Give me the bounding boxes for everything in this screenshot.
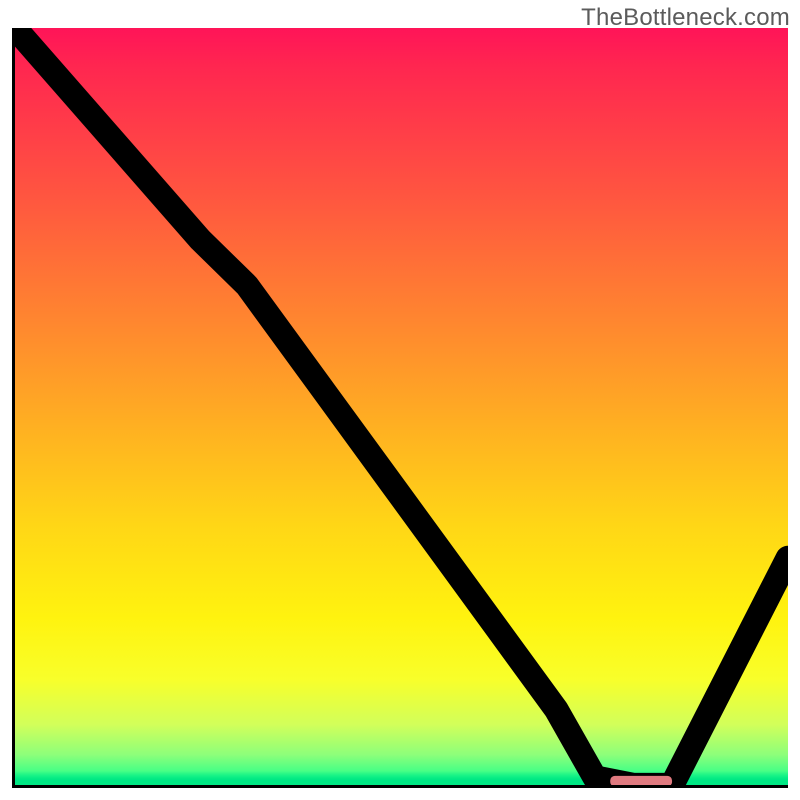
severity-gradient bbox=[15, 28, 788, 785]
green-bottom-band bbox=[15, 771, 788, 785]
chart-container: TheBottleneck.com bbox=[0, 0, 800, 800]
plot-area bbox=[12, 28, 788, 788]
watermark-text: TheBottleneck.com bbox=[581, 4, 790, 32]
